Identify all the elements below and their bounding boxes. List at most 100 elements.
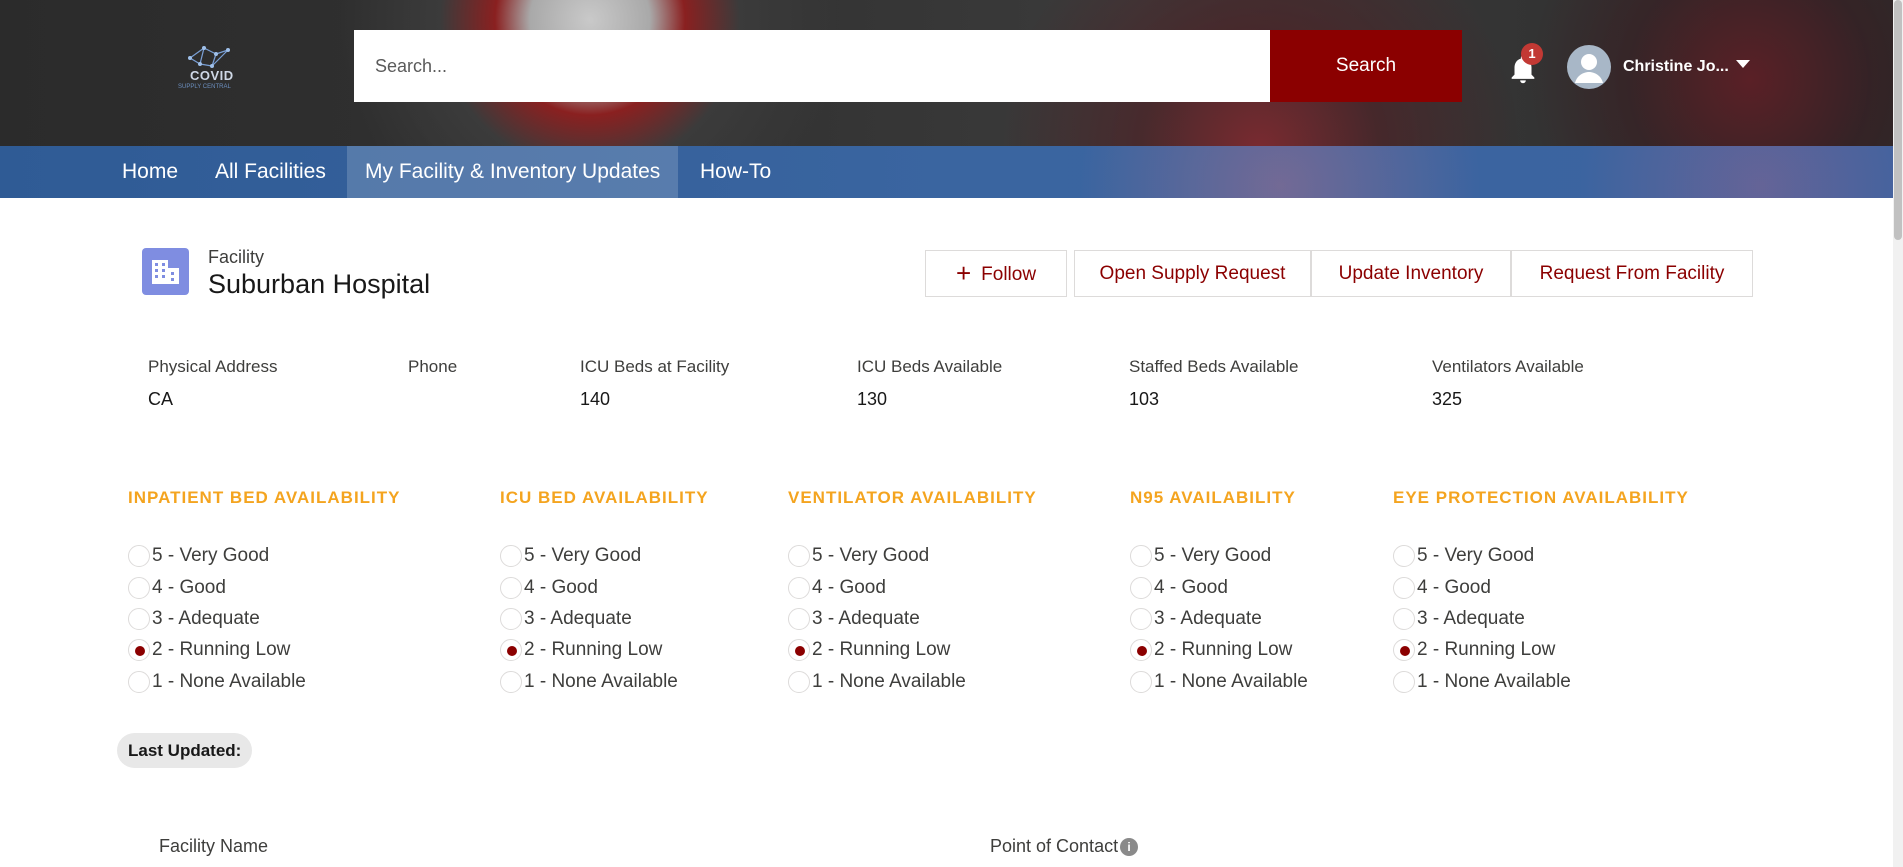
field-value-physical-address: CA	[148, 389, 174, 409]
point-of-contact-label: Point of Contact i	[990, 836, 1139, 857]
radio-button[interactable]	[500, 577, 522, 599]
radio-option-n95-availability-3-adequate[interactable]: 3 - Adequate	[1130, 606, 1390, 632]
radio-option-icu-bed-availability-3-adequate[interactable]: 3 - Adequate	[500, 606, 760, 632]
radio-button[interactable]	[1130, 608, 1152, 630]
radio-button[interactable]	[128, 639, 150, 661]
radio-button[interactable]	[1393, 671, 1415, 693]
notification-badge: 1	[1521, 43, 1543, 65]
radio-option-inpatient-bed-availability-4-good[interactable]: 4 - Good	[128, 575, 388, 601]
radio-option-label: 1 - None Available	[1154, 671, 1308, 692]
radio-button[interactable]	[788, 577, 810, 599]
radio-option-label: 5 - Very Good	[1417, 545, 1535, 566]
availability-title-ventilator-availability: VENTILATOR AVAILABILITY	[788, 488, 1037, 507]
radio-button[interactable]	[128, 545, 150, 567]
field-value-staffed-beds-available: 103	[1129, 389, 1160, 409]
availability-title-eye-protection-availability: EYE PROTECTION AVAILABILITY	[1393, 488, 1689, 507]
building-icon	[142, 248, 189, 295]
radio-button[interactable]	[1130, 671, 1152, 693]
radio-button[interactable]	[1393, 639, 1415, 661]
radio-button[interactable]	[1130, 545, 1152, 567]
availability-title-icu-bed-availability: ICU BED AVAILABILITY	[500, 488, 709, 507]
radio-button[interactable]	[128, 577, 150, 599]
scrollbar-thumb[interactable]	[1894, 0, 1902, 240]
field-value-icu-beds-available: 130	[857, 389, 888, 409]
search-input[interactable]	[354, 30, 1270, 102]
update-inventory-button[interactable]: Update Inventory	[1311, 250, 1511, 297]
radio-option-label: 3 - Adequate	[812, 608, 920, 629]
radio-option-eye-protection-availability-5-very-good[interactable]: 5 - Very Good	[1393, 543, 1653, 569]
radio-option-ventilator-availability-3-adequate[interactable]: 3 - Adequate	[788, 606, 1048, 632]
radio-option-ventilator-availability-2-running-low[interactable]: 2 - Running Low	[788, 637, 1048, 663]
radio-option-label: 4 - Good	[1154, 577, 1228, 598]
radio-option-eye-protection-availability-4-good[interactable]: 4 - Good	[1393, 575, 1653, 601]
radio-option-label: 2 - Running Low	[812, 639, 951, 660]
radio-button[interactable]	[500, 639, 522, 661]
radio-option-ventilator-availability-4-good[interactable]: 4 - Good	[788, 575, 1048, 601]
nav-item-how-to[interactable]: How-To	[682, 146, 789, 198]
field-label-ventilators-available: Ventilators Available	[1432, 357, 1584, 376]
user-name[interactable]: Christine Jo...	[1623, 58, 1729, 76]
radio-option-label: 3 - Adequate	[1417, 608, 1525, 629]
radio-button[interactable]	[1130, 639, 1152, 661]
page-scrollbar[interactable]	[1893, 0, 1903, 867]
radio-option-label: 1 - None Available	[812, 671, 966, 692]
radio-button[interactable]	[500, 671, 522, 693]
radio-option-icu-bed-availability-4-good[interactable]: 4 - Good	[500, 575, 760, 601]
radio-button[interactable]	[1130, 577, 1152, 599]
radio-option-ventilator-availability-1-none-available[interactable]: 1 - None Available	[788, 669, 1048, 695]
radio-option-icu-bed-availability-5-very-good[interactable]: 5 - Very Good	[500, 543, 760, 569]
open-supply-request-button[interactable]: Open Supply Request	[1074, 250, 1311, 297]
radio-option-label: 5 - Very Good	[524, 545, 642, 566]
radio-option-label: 1 - None Available	[152, 671, 306, 692]
radio-option-inpatient-bed-availability-5-very-good[interactable]: 5 - Very Good	[128, 543, 388, 569]
radio-button[interactable]	[1393, 577, 1415, 599]
nav-item-my-facility[interactable]: My Facility & Inventory Updates	[347, 146, 679, 198]
radio-option-label: 4 - Good	[812, 577, 886, 598]
radio-option-icu-bed-availability-1-none-available[interactable]: 1 - None Available	[500, 669, 760, 695]
field-label-phone: Phone	[408, 357, 458, 376]
nav-item-all-facilities[interactable]: All Facilities	[197, 146, 344, 198]
radio-option-label: 5 - Very Good	[812, 545, 930, 566]
radio-option-label: 3 - Adequate	[152, 608, 260, 629]
radio-button[interactable]	[788, 545, 810, 567]
facility-name-label: Facility Name	[159, 836, 269, 856]
main-nav: Home All Facilities My Facility & Invent…	[0, 146, 1893, 198]
record-type-label: Facility	[208, 247, 265, 267]
radio-option-n95-availability-4-good[interactable]: 4 - Good	[1130, 575, 1390, 601]
radio-option-ventilator-availability-5-very-good[interactable]: 5 - Very Good	[788, 543, 1048, 569]
radio-option-n95-availability-5-very-good[interactable]: 5 - Very Good	[1130, 543, 1390, 569]
avatar[interactable]	[1567, 45, 1611, 89]
radio-button[interactable]	[788, 608, 810, 630]
field-value-ventilators-available: 325	[1432, 389, 1463, 409]
search-button[interactable]: Search	[1270, 30, 1462, 102]
radio-button[interactable]	[500, 545, 522, 567]
plus-icon: +	[955, 258, 972, 288]
radio-button[interactable]	[788, 639, 810, 661]
radio-button[interactable]	[500, 608, 522, 630]
radio-option-label: 4 - Good	[152, 577, 226, 598]
radio-button[interactable]	[788, 671, 810, 693]
radio-option-inpatient-bed-availability-3-adequate[interactable]: 3 - Adequate	[128, 606, 388, 632]
radio-button[interactable]	[1393, 545, 1415, 567]
radio-option-eye-protection-availability-2-running-low[interactable]: 2 - Running Low	[1393, 637, 1653, 663]
radio-option-inpatient-bed-availability-1-none-available[interactable]: 1 - None Available	[128, 669, 388, 695]
radio-button[interactable]	[128, 671, 150, 693]
logo-text: COVID	[190, 68, 234, 83]
radio-option-icu-bed-availability-2-running-low[interactable]: 2 - Running Low	[500, 637, 760, 663]
chevron-down-icon[interactable]	[1736, 60, 1750, 68]
radio-option-eye-protection-availability-1-none-available[interactable]: 1 - None Available	[1393, 669, 1653, 695]
radio-option-inpatient-bed-availability-2-running-low[interactable]: 2 - Running Low	[128, 637, 388, 663]
request-from-facility-button[interactable]: Request From Facility	[1511, 250, 1753, 297]
radio-option-n95-availability-1-none-available[interactable]: 1 - None Available	[1130, 669, 1390, 695]
radio-option-eye-protection-availability-3-adequate[interactable]: 3 - Adequate	[1393, 606, 1653, 632]
radio-button[interactable]	[128, 608, 150, 630]
radio-option-n95-availability-2-running-low[interactable]: 2 - Running Low	[1130, 637, 1390, 663]
radio-option-label: 2 - Running Low	[152, 639, 291, 660]
radio-option-label: 2 - Running Low	[1154, 639, 1293, 660]
point-of-contact-text: Point of Contact	[990, 836, 1119, 856]
field-label-icu-beds-at-facility: ICU Beds at Facility	[580, 357, 730, 376]
radio-button[interactable]	[1393, 608, 1415, 630]
follow-button[interactable]: + Follow	[925, 250, 1067, 297]
nav-item-home[interactable]: Home	[104, 146, 196, 198]
info-icon[interactable]: i	[1120, 838, 1139, 856]
